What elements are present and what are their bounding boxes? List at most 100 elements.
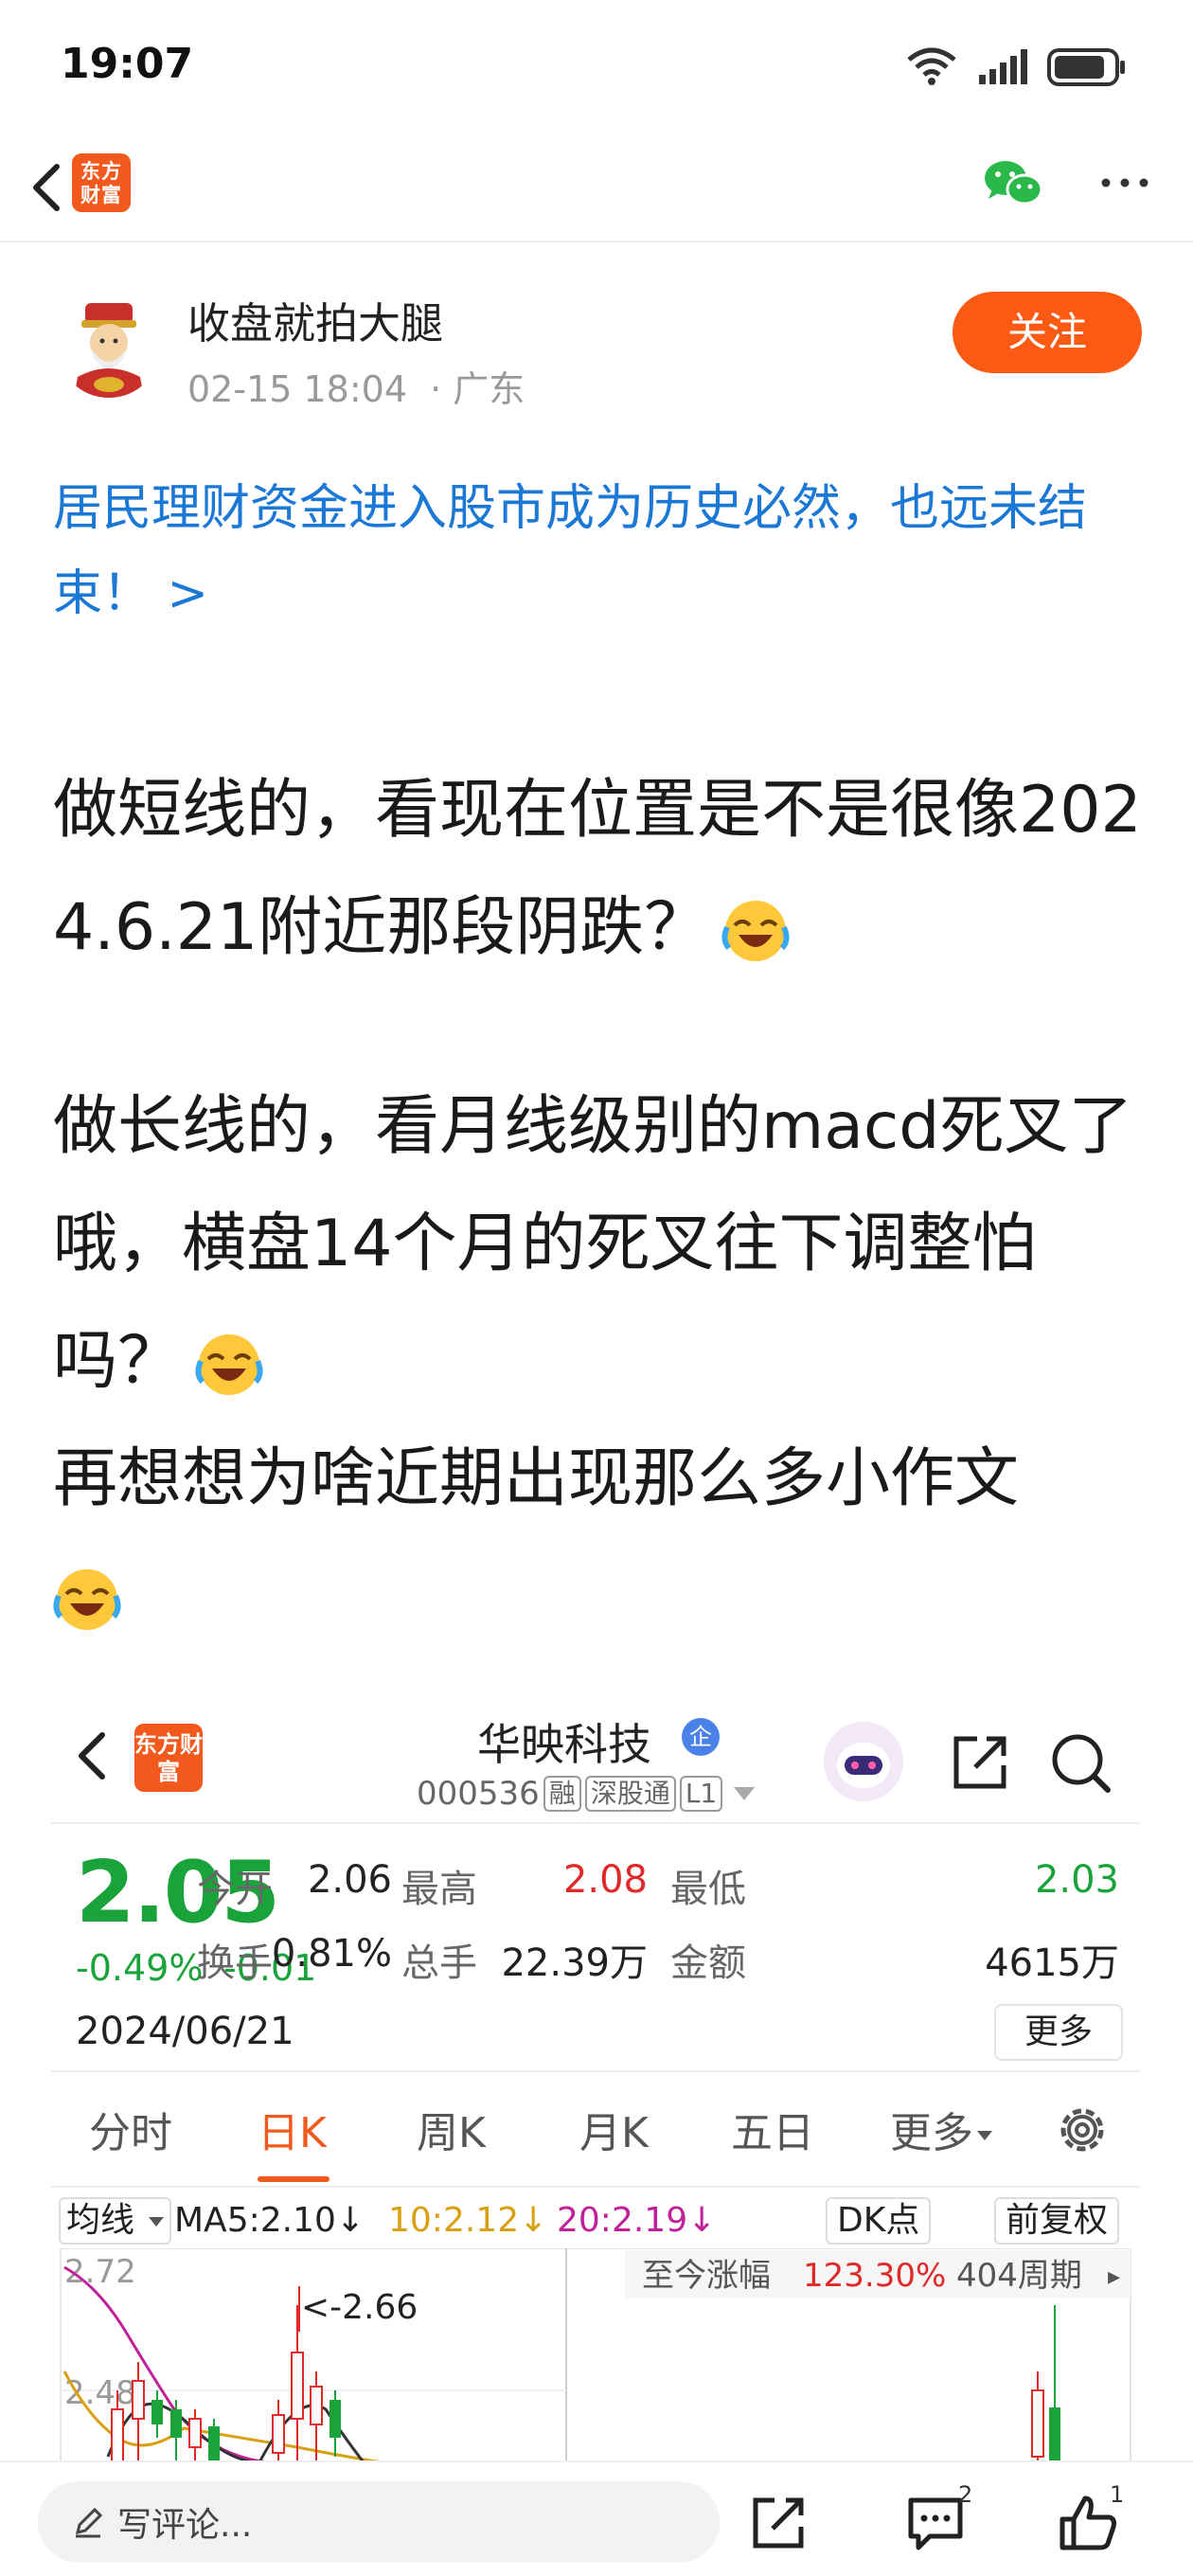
post-paragraph-3: 再想想为啥近期出现那么多小作文 [53, 1421, 1151, 1655]
ai-robot-icon [824, 1722, 903, 1801]
candle-body [151, 2400, 163, 2424]
candle-body [1049, 2407, 1060, 2462]
author-name[interactable]: 收盘就拍大腿 [187, 289, 443, 350]
comment-placeholder: 写评论... [117, 2506, 253, 2545]
adjustment-toggle: 前复权 [994, 2197, 1120, 2245]
amount-value: 4615万 [985, 1941, 1119, 1985]
ma-label: 均线 [66, 2201, 135, 2240]
chevron-right-icon: ▸ [1108, 2263, 1120, 2291]
chevron-down-icon [734, 1787, 756, 1800]
more-quotes-button: 更多 [994, 2004, 1123, 2061]
post-location: · 广东 [430, 368, 525, 410]
candle-body [132, 2380, 145, 2420]
laughing-crying-emoji-icon [195, 1334, 263, 1396]
search-icon [1052, 1734, 1111, 1793]
post-meta: 02-15 18:04 · 广东 [187, 360, 525, 412]
wifi-icon [907, 47, 956, 85]
paragraph-text: 再想想为啥近期出现那么多小作文 [53, 1441, 1020, 1516]
amount-label: 金额 [670, 1941, 746, 1985]
tab-daily-k: 日K [258, 2109, 327, 2157]
chart-tabs: 分时 日K 周K 月K 五日 更多 [51, 2070, 1140, 2188]
connect-tag: 深股通 [584, 1776, 676, 1812]
candle-body [1031, 2389, 1044, 2458]
enterprise-badge: 企 [682, 1718, 720, 1756]
turnover-label: 换手 [197, 1941, 273, 1985]
tab-weekly-k: 周K [417, 2109, 486, 2157]
share-icon[interactable] [748, 2493, 809, 2553]
gear-icon [1060, 2108, 1104, 2152]
post-paragraph-2: 做长线的，看月线级别的macd死叉了哦，横盘14个月的死叉往下调整怕吗？ [53, 1068, 1151, 1421]
change-percent: -0.49% [76, 1947, 204, 1989]
pencil-icon [75, 2507, 103, 2538]
ma5-value: MA5:2.10↓ [174, 2201, 365, 2240]
laughing-crying-emoji-icon [53, 1569, 121, 1631]
candle-body [291, 2352, 304, 2420]
gain-value: 123.30% [803, 2257, 946, 2295]
tab-more-label: 更多 [890, 2109, 973, 2157]
app-logo: 东方财富 [134, 1724, 203, 1792]
share-icon [953, 1736, 1006, 1789]
ma20-value: 20:2.19↓ [557, 2201, 717, 2240]
turnover-value: 0.81% [271, 1932, 392, 1976]
tab-intraday: 分时 [89, 2109, 172, 2157]
high-annotation: <-2.66 [301, 2288, 418, 2327]
comment-input[interactable]: 写评论... [38, 2481, 720, 2563]
candle-body [272, 2414, 285, 2454]
gain-label: 至今涨幅 [642, 2257, 771, 2295]
embedded-stock-screenshot[interactable]: 东方财富 华映科技 企 000536 融 深股通 L1 2.05 -0.49% … [51, 1674, 1140, 2462]
follow-button[interactable]: 关注 [953, 292, 1142, 373]
active-tab-indicator [258, 2176, 329, 2182]
status-icons [905, 45, 1127, 89]
topic-link[interactable]: 居民理财资金进入股市成为历史必然，也远未结束！ > [53, 466, 1151, 636]
kline-chart: 2.72 2.48 <-2.66 至今涨幅 123.30% 404周期 ▸ [60, 2248, 1131, 2462]
chevron-down-icon [149, 2217, 165, 2227]
high-value: 2.08 [562, 1858, 648, 1902]
chart-mid-price: 2.48 [64, 2374, 136, 2412]
back-arrow-icon[interactable] [21, 159, 74, 216]
wechat-icon[interactable] [983, 157, 1043, 210]
more-dots-icon[interactable] [1098, 169, 1151, 197]
level-tag: L1 [679, 1776, 723, 1812]
avatar[interactable] [57, 294, 161, 398]
candle-body [310, 2386, 323, 2425]
open-value: 2.06 [307, 1858, 392, 1902]
ma10-value: 10:2.12↓ [388, 2201, 548, 2240]
stock-name: 华映科技 [477, 1719, 651, 1770]
high-label: 最高 [401, 1868, 477, 1911]
tab-monthly-k: 月K [579, 2109, 649, 2157]
stock-code-row: 000536 融 深股通 L1 [417, 1775, 756, 1813]
status-bar: 19:07 [0, 0, 1193, 133]
candle-body [208, 2426, 220, 2462]
app-logo[interactable]: 东方财富 [72, 153, 131, 212]
low-label: 最低 [670, 1868, 746, 1911]
tab-more: 更多 [890, 2099, 992, 2159]
comment-icon[interactable] [905, 2493, 966, 2553]
open-label: 今开 [197, 1868, 273, 1911]
stock-code: 000536 [417, 1775, 540, 1813]
like-count: 1 [1110, 2481, 1125, 2508]
chevron-down-icon [977, 2131, 992, 2140]
battery-icon [1047, 48, 1125, 86]
dk-point-toggle: DK点 [826, 2197, 932, 2245]
moving-average-row: 均线 MA5:2.10↓ 10:2.12↓ 20:2.19↓ DK点 前复权 [51, 2193, 1140, 2248]
candles-left [111, 2305, 341, 2462]
bottom-bar: 写评论... 2 1 [0, 2460, 1193, 2576]
post-paragraph-1: 做短线的，看现在位置是不是很像2024.6.21附近那段阴跌？ [53, 752, 1151, 987]
candle-body [111, 2408, 124, 2462]
period-label: 404周期 [956, 2257, 1082, 2295]
status-time: 19:07 [61, 40, 194, 88]
margin-tag: 融 [543, 1776, 581, 1812]
candle-body [170, 2409, 182, 2438]
comment-count: 2 [958, 2481, 973, 2508]
quote-date: 2024/06/21 [76, 2010, 294, 2053]
chart-top-price: 2.72 [64, 2253, 136, 2291]
paragraph-text: 做短线的，看现在位置是不是很像2024.6.21附近那段阴跌？ [53, 773, 1142, 965]
post-date: 02-15 18:04 [187, 368, 408, 410]
signal-icon [979, 49, 1027, 84]
low-value: 2.03 [1034, 1858, 1119, 1902]
laughing-crying-emoji-icon [721, 901, 790, 962]
divider [51, 1822, 1140, 1824]
candle-body [329, 2400, 341, 2438]
ma20-line [63, 2265, 270, 2462]
ma-selector: 均线 [59, 2197, 172, 2245]
